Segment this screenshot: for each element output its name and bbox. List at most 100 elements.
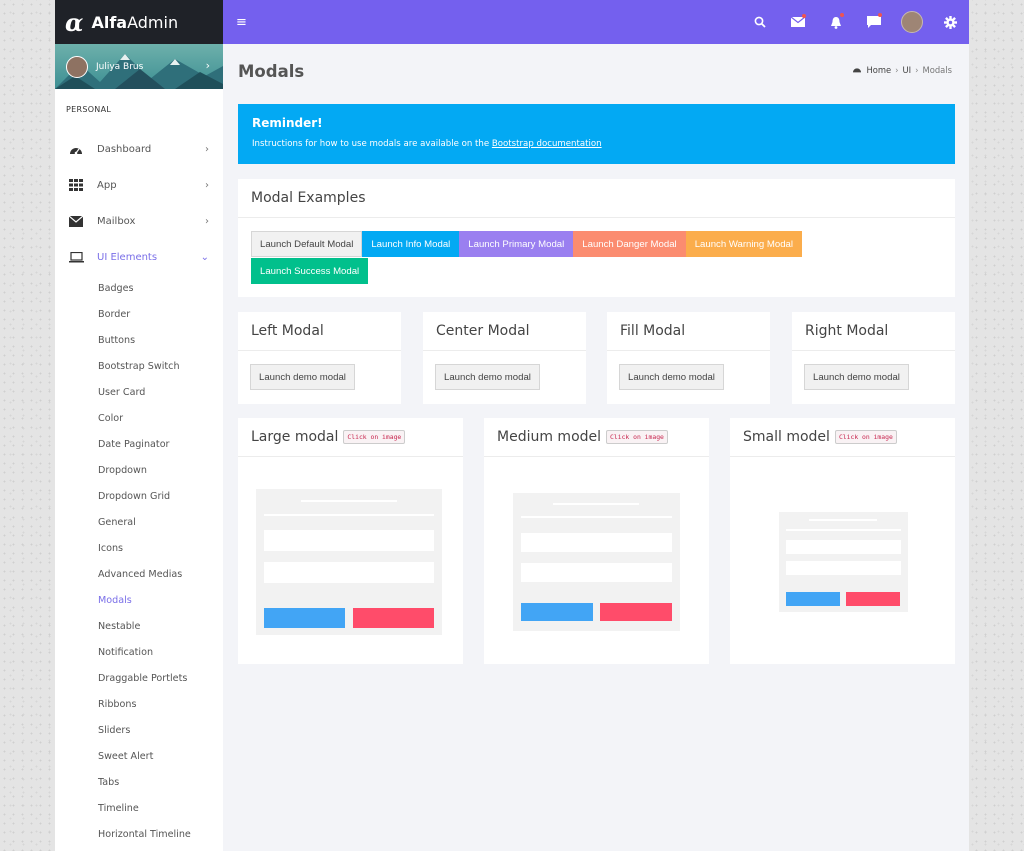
modal-examples-card: Modal Examples Launch Default Modal Laun… (238, 179, 955, 297)
large-modal-preview-image[interactable] (256, 489, 442, 635)
user-panel[interactable]: Juliya Brus › (55, 44, 223, 89)
sidebar-subitem-ribbons[interactable]: Ribbons (55, 691, 223, 717)
sidebar-subitem-sliders[interactable]: Sliders (55, 717, 223, 743)
launch-danger-modal-button[interactable]: Launch Danger Modal (573, 231, 686, 257)
alpha-logo-icon: α (65, 7, 84, 37)
sidebar-subitem-dropdown-grid[interactable]: Dropdown Grid (55, 483, 223, 509)
sidebar-subitem-general[interactable]: General (55, 509, 223, 535)
bell-icon[interactable] (817, 12, 855, 29)
alert-title: Reminder! (252, 116, 323, 130)
card-title-text: Center Modal (436, 323, 530, 339)
sidebar-item-label: App (97, 179, 117, 191)
sidebar-item-mailbox[interactable]: Mailbox › (55, 203, 223, 239)
sidebar-item-label: Dashboard (97, 143, 152, 155)
card-title: Fill Modal (607, 312, 770, 351)
chevron-right-icon: › (915, 65, 919, 75)
sidebar-subitem-badges[interactable]: Badges (55, 275, 223, 301)
card-title-text: Fill Modal (620, 323, 686, 339)
grid-icon (68, 179, 84, 191)
sidebar-subitem-dropdown[interactable]: Dropdown (55, 457, 223, 483)
sidebar-subitem-border[interactable]: Border (55, 301, 223, 327)
page-header: Modals Home › UI › Modals (238, 44, 955, 104)
chevron-right-icon: › (205, 59, 210, 72)
sidebar-subitem-timeline[interactable]: Timeline (55, 795, 223, 821)
search-icon[interactable] (741, 16, 779, 28)
logo-text-bold: Alfa (91, 12, 128, 32)
menu-toggle-icon[interactable]: ≡ (236, 15, 247, 30)
fill-modal-card: Fill Modal Launch demo modal (607, 312, 770, 404)
right-modal-card: Right Modal Launch demo modal (792, 312, 955, 404)
center-modal-card: Center Modal Launch demo modal (423, 312, 586, 404)
sidebar-subitem-notification[interactable]: Notification (55, 639, 223, 665)
sidebar-item-app[interactable]: App › (55, 167, 223, 203)
sidebar-subitem-sweet-alert[interactable]: Sweet Alert (55, 743, 223, 769)
card-title: Left Modal (238, 312, 401, 351)
sidebar-subitem-nestable[interactable]: Nestable (55, 613, 223, 639)
launch-demo-modal-button[interactable]: Launch demo modal (435, 364, 540, 390)
sidebar-submenu: Badges Border Buttons Bootstrap Switch User … (55, 275, 223, 847)
medium-modal-preview-image[interactable] (513, 493, 680, 631)
breadcrumb-ui[interactable]: UI (903, 65, 912, 75)
dashboard-icon (852, 65, 862, 75)
sidebar-item-dashboard[interactable]: Dashboard › (55, 131, 223, 167)
notification-dot (802, 14, 806, 18)
sidebar-item-label: UI Elements (97, 251, 158, 263)
launch-primary-modal-button[interactable]: Launch Primary Modal (459, 231, 574, 257)
sidebar-subitem-horizontal-timeline[interactable]: Horizontal Timeline (55, 821, 223, 847)
launch-demo-modal-button[interactable]: Launch demo modal (250, 364, 355, 390)
launch-success-modal-button[interactable]: Launch Success Modal (251, 258, 369, 284)
breadcrumb: Home › UI › Modals (852, 65, 952, 75)
user-avatar (66, 55, 88, 78)
sidebar-subitem-date-paginator[interactable]: Date Paginator (55, 431, 223, 457)
sidebar-subitem-tabs[interactable]: Tabs (55, 769, 223, 795)
logo[interactable]: α Alfa Admin (55, 0, 223, 44)
sidebar-subitem-buttons[interactable]: Buttons (55, 327, 223, 353)
sidebar-item-ui-elements[interactable]: UI Elements ⌄ (55, 239, 223, 275)
modal-buttons: Launch Default Modal Launch Info Modal L… (238, 218, 928, 284)
card-title: Center Modal (423, 312, 586, 351)
small-modal-card: Small model Click on image (730, 418, 955, 664)
launch-warning-modal-button[interactable]: Launch Warning Modal (685, 231, 802, 257)
chat-icon[interactable] (855, 13, 893, 28)
card-title-text: Modal Examples (251, 190, 366, 206)
logo-text-light: Admin (127, 12, 179, 32)
sidebar: α Alfa Admin Juliya Brus › PERSONAL Dash… (55, 0, 223, 851)
gear-icon[interactable] (931, 15, 969, 29)
medium-modal-card: Medium model Click on image (484, 418, 709, 664)
mail-icon[interactable] (779, 14, 817, 27)
topbar-icons (741, 0, 969, 44)
chevron-right-icon: › (205, 143, 209, 155)
app-window: α Alfa Admin Juliya Brus › PERSONAL Dash… (55, 0, 969, 851)
sidebar-subitem-draggable-portlets[interactable]: Draggable Portlets (55, 665, 223, 691)
click-on-image-tag: Click on image (343, 430, 406, 444)
card-title: Large modal Click on image (238, 418, 463, 457)
card-title-text: Small model (743, 429, 830, 445)
notification-dot (878, 13, 882, 17)
launch-demo-modal-button[interactable]: Launch demo modal (804, 364, 909, 390)
card-title: Modal Examples (238, 179, 955, 218)
small-modal-preview-image[interactable] (779, 512, 908, 612)
card-title: Medium model Click on image (484, 418, 709, 457)
large-modal-card: Large modal Click on image (238, 418, 463, 664)
card-title: Small model Click on image (730, 418, 955, 457)
user-name: Juliya Brus (96, 61, 144, 72)
laptop-icon (68, 251, 84, 263)
envelope-icon (68, 215, 84, 227)
card-title: Right Modal (792, 312, 955, 351)
launch-info-modal-button[interactable]: Launch Info Modal (362, 231, 460, 257)
launch-default-modal-button[interactable]: Launch Default Modal (251, 231, 363, 257)
launch-demo-modal-button[interactable]: Launch demo modal (619, 364, 724, 390)
chevron-down-icon: ⌄ (200, 251, 209, 263)
sidebar-subitem-advanced-medias[interactable]: Advanced Medias (55, 561, 223, 587)
reminder-alert: Reminder! Instructions for how to use mo… (238, 104, 955, 164)
sidebar-subitem-color[interactable]: Color (55, 405, 223, 431)
chevron-right-icon: › (205, 215, 209, 227)
breadcrumb-home[interactable]: Home (866, 65, 891, 75)
sidebar-subitem-modals[interactable]: Modals (55, 587, 223, 613)
sidebar-subitem-user-card[interactable]: User Card (55, 379, 223, 405)
sidebar-subitem-icons[interactable]: Icons (55, 535, 223, 561)
bootstrap-docs-link[interactable]: Bootstrap documentation (492, 139, 602, 149)
profile-avatar[interactable] (893, 11, 931, 33)
sidebar-subitem-bootstrap-switch[interactable]: Bootstrap Switch (55, 353, 223, 379)
dashboard-icon (68, 143, 84, 155)
